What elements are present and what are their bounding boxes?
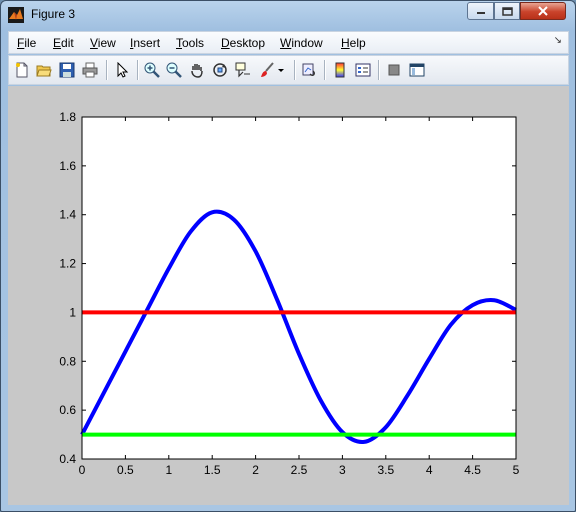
toolbar-separator [294, 60, 296, 80]
menu-view-rest: iew [97, 36, 116, 50]
x-tick-label: 0 [79, 463, 86, 477]
title-bar[interactable]: Figure 3 [1, 1, 575, 29]
zoom-out-icon[interactable] [164, 60, 184, 80]
window-title: Figure 3 [31, 7, 76, 21]
menu-tools[interactable]: Tools [176, 36, 204, 50]
x-tick-label: 1.5 [204, 463, 221, 477]
menu-file-rest: ile [24, 36, 37, 50]
insert-colorbar-icon[interactable] [330, 60, 350, 80]
data-cursor-icon[interactable] [233, 60, 253, 80]
dock-arrow-icon[interactable]: ↘ [554, 35, 562, 46]
toolbar-separator [378, 60, 380, 80]
menu-file[interactable]: File [17, 36, 36, 50]
open-file-icon[interactable] [34, 60, 54, 80]
new-figure-icon[interactable] [12, 60, 32, 80]
menu-help[interactable]: Help [341, 36, 366, 50]
x-tick-label: 3.5 [377, 463, 394, 477]
x-tick-label: 3 [339, 463, 346, 477]
figure-canvas: 0 0.5 1 1.5 2 2.5 3 3.5 4 4.5 5 0.4 0.6 0.8 1 1.2 1.4 1.6… [8, 86, 569, 505]
toolbar-separator [137, 60, 139, 80]
x-tick-label: 1 [165, 463, 172, 477]
brush-icon[interactable] [257, 60, 277, 80]
menu-tools-rest: ools [182, 36, 205, 50]
maximize-button[interactable] [494, 2, 520, 20]
y-tick-label: 0.6 [59, 403, 76, 417]
show-plot-tools-icon[interactable] [407, 60, 427, 80]
menu-edit-rest: dit [61, 36, 74, 50]
print-icon[interactable] [80, 60, 100, 80]
x-tick-label: 4 [426, 463, 433, 477]
figure-window: Figure 3 File Edit View Insert Tools Des… [0, 0, 576, 512]
close-icon [538, 6, 548, 16]
save-icon[interactable] [57, 60, 77, 80]
edit-plot-arrow-icon[interactable] [112, 60, 132, 80]
minimize-icon [476, 12, 485, 14]
x-tick-label: 4.5 [464, 463, 481, 477]
pan-hand-icon[interactable] [187, 60, 207, 80]
y-tick-label: 1.2 [59, 257, 76, 271]
figure-toolbar [8, 55, 569, 85]
y-tick-label: 0.8 [59, 354, 76, 368]
x-tick-label: 2.5 [291, 463, 308, 477]
y-tick-label: 0.4 [59, 452, 76, 466]
rotate-3d-icon[interactable] [210, 60, 230, 80]
close-button[interactable] [520, 2, 566, 20]
menu-window[interactable]: Window [280, 36, 323, 50]
menu-help-rest: elp [349, 36, 366, 50]
maximize-icon [501, 6, 513, 16]
insert-legend-icon[interactable] [353, 60, 373, 80]
menu-desktop[interactable]: Desktop [221, 36, 265, 50]
minimize-button[interactable] [467, 2, 494, 20]
x-tick-label: 0.5 [117, 463, 134, 477]
y-tick-label: 1.8 [59, 110, 76, 124]
menu-view[interactable]: View [90, 36, 116, 50]
x-tick-label: 2 [252, 463, 259, 477]
zoom-in-icon[interactable] [142, 60, 162, 80]
y-tick-label: 1.6 [59, 159, 76, 173]
menu-insert[interactable]: Insert [130, 36, 160, 50]
brush-dropdown-icon[interactable] [275, 60, 287, 80]
toolbar-separator [324, 60, 326, 80]
x-tick-label: 5 [513, 463, 520, 477]
menu-bar: File Edit View Insert Tools Desktop Wind… [8, 31, 569, 54]
menu-desktop-rest: esktop [229, 36, 266, 50]
y-tick-label: 1 [69, 305, 76, 319]
matlab-logo-icon [8, 7, 24, 23]
axes-background [82, 117, 516, 459]
plot-svg: 0 0.5 1 1.5 2 2.5 3 3.5 4 4.5 5 0.4 0.6 0.8 1 1.2 1.4 1.6… [59, 110, 520, 477]
y-tick-label: 1.4 [59, 208, 76, 222]
link-plot-icon[interactable] [299, 60, 319, 80]
menu-insert-rest: nsert [133, 36, 161, 50]
menu-edit[interactable]: Edit [53, 36, 74, 50]
menu-window-rest: indow [291, 36, 323, 50]
hide-plot-tools-icon[interactable] [384, 60, 404, 80]
toolbar-separator [106, 60, 108, 80]
